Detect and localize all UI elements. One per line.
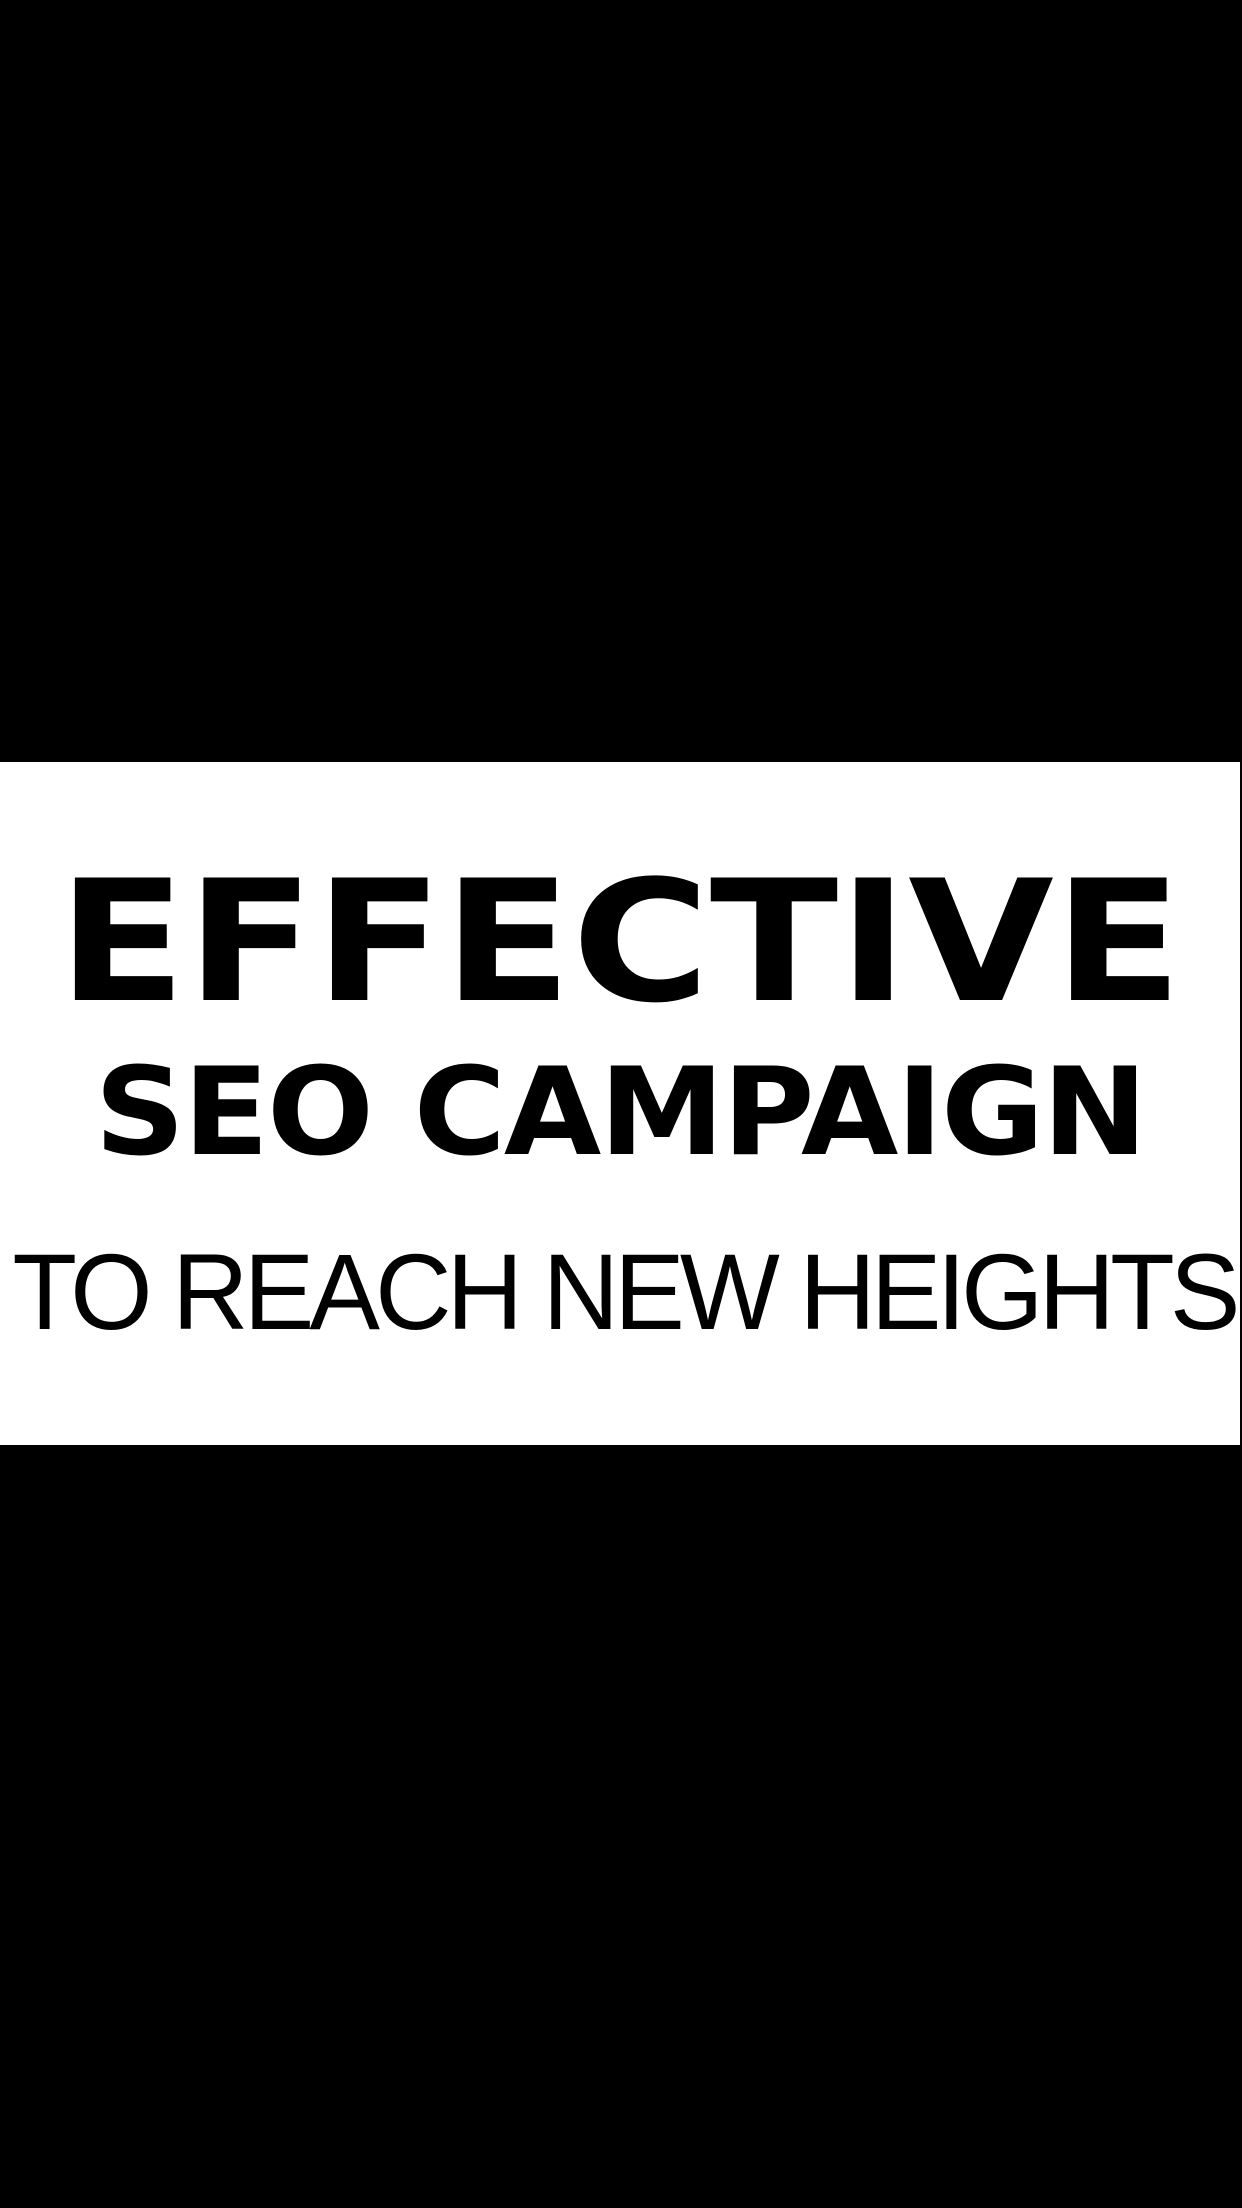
headline-effective: EFFECTIVE <box>57 844 1183 1040</box>
headline-tagline: TO REACH NEW HEIGHTS <box>12 1231 1240 1352</box>
headline-seo-campaign: SEO CAMPAIGN <box>94 1042 1148 1183</box>
displayed-image[interactable]: EFFECTIVE SEO CAMPAIGN TO REACH NEW HEIG… <box>0 762 1240 1445</box>
image-viewer: EFFECTIVE SEO CAMPAIGN TO REACH NEW HEIG… <box>0 0 1242 2208</box>
